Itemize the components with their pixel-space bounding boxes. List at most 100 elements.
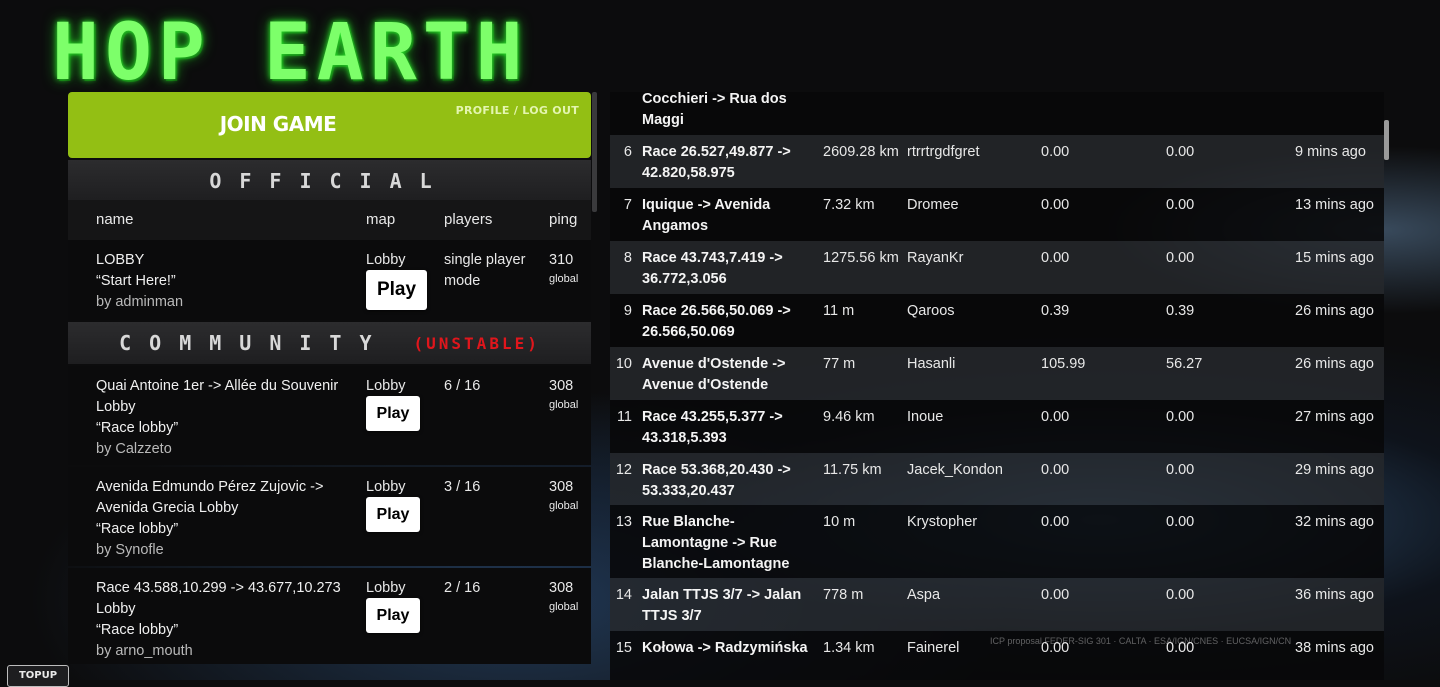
race-score-1: 0.00 [1041,587,1070,603]
race-row[interactable]: 11 Race 43.255,5.377 -> 43.318,5.393 9.4… [610,400,1384,453]
race-rank: 15 [615,640,632,656]
race-score-1: 0.00 [1041,462,1070,478]
race-player: rtrrtrgdfgret [907,144,980,160]
server-map: Lobby [366,378,406,394]
race-route: Kołowa -> Radzymińska [642,640,808,656]
race-player: Qaroos [907,303,955,319]
race-distance: 7.32 km [823,197,875,213]
race-score-1: 0.39 [1041,303,1070,319]
race-row[interactable]: 9 Race 26.566,50.069 -> 26.566,50.069 11… [610,294,1384,347]
official-section-header: OFFICIAL [68,160,591,202]
server-name: Avenida Edmundo Pérez Zujovic -> Avenida… [96,479,324,558]
race-score-1: 0.00 [1041,250,1070,266]
race-score-2: 0.39 [1166,303,1195,319]
race-row[interactable]: 12 Race 53.368,20.430 -> 53.333,20.437 1… [610,453,1384,505]
race-route: Race 43.743,7.419 -> 36.772,3.056 [642,250,783,287]
server-players: 2 / 16 [444,580,481,596]
race-score-1: 105.99 [1041,356,1086,372]
race-rank: 8 [623,250,632,266]
race-score-1: 0.00 [1041,197,1070,213]
race-row[interactable]: 8 Race 43.743,7.419 -> 36.772,3.056 1275… [610,241,1384,294]
server-row[interactable]: LOBBY “Start Here!” by adminman Lobby Pl… [68,240,591,320]
race-row[interactable]: 14 Jalan TTJS 3/7 -> Jalan TTJS 3/7 778 … [610,578,1384,631]
race-player: Dromee [907,197,959,213]
race-time: 27 mins ago [1295,409,1374,425]
race-route: Avenue d'Ostende -> Avenue d'Ostende [642,356,786,393]
race-route: Race 53.368,20.430 -> 53.333,20.437 [642,462,791,499]
race-score-1: 0.00 [1041,514,1070,530]
server-players: 3 / 16 [444,479,481,495]
server-map: Lobby [366,252,406,268]
map-attribution: ICP proposal FEDER-SIG 301 · CALTA · ESA… [990,636,1292,646]
race-player: Inoue [907,409,944,425]
race-distance: 77 m [823,356,856,372]
race-rank: 13 [615,514,632,530]
race-distance: 1.34 km [823,640,875,656]
server-row[interactable]: Quai Antoine 1er -> Allée du Souvenir Lo… [68,366,591,465]
server-players: single player mode [444,252,526,289]
race-route: Iquique -> Avenida Angamos [642,197,771,234]
race-route: Cocchieri -> Rua dos Maggi [642,92,787,128]
race-rank: 7 [623,197,632,213]
race-rank: 10 [615,356,632,372]
race-score-1: 0.00 [1041,409,1070,425]
race-score-2: 56.27 [1166,356,1203,372]
race-distance: 9.46 km [823,409,875,425]
race-rank: 6 [623,144,632,160]
race-distance: 10 m [823,514,856,530]
race-distance: 11 m [823,303,855,319]
community-heading: COMMUNITY [119,331,390,355]
race-rank: 14 [615,587,632,603]
play-button[interactable]: Play [366,270,427,310]
race-player: Aspa [907,587,941,603]
play-button[interactable]: Play [366,598,420,633]
race-time: 26 mins ago [1295,356,1374,372]
race-score-2: 0.00 [1166,250,1195,266]
col-players: players [444,211,493,228]
game-logo: HOP EARTH [52,8,529,98]
race-score-2: 0.00 [1166,514,1195,530]
server-row[interactable]: Avenida Edmundo Pérez Zujovic -> Avenida… [68,467,591,566]
race-row[interactable]: 13 Rue Blanche-Lamontagne -> Rue Blanche… [610,505,1384,578]
community-section-header: COMMUNITY (UNSTABLE) [68,322,591,364]
profile-logout-link[interactable]: PROFILE / LOG OUT [456,104,579,117]
race-distance: 11.75 km [823,462,882,478]
race-player: Hasanli [907,356,956,372]
race-row[interactable]: Cocchieri -> Rua dos Maggi [610,92,1384,135]
race-route: Rue Blanche-Lamontagne -> Rue Blanche-La… [642,514,790,572]
server-name: Race 43.588,10.299 -> 43.677,10.273 Lobb… [96,580,341,659]
server-map: Lobby [366,479,406,495]
race-row[interactable]: 7 Iquique -> Avenida Angamos 7.32 km Dro… [610,188,1384,241]
race-time: 9 mins ago [1295,144,1366,160]
race-time: 13 mins ago [1295,197,1374,213]
race-route: Race 43.255,5.377 -> 43.318,5.393 [642,409,783,446]
race-score-2: 0.00 [1166,462,1195,478]
race-row[interactable]: 6 Race 26.527,49.877 -> 42.820,58.975 26… [610,135,1384,188]
race-distance: 2609.28 km [823,144,899,160]
server-map: Lobby [366,580,406,596]
race-row[interactable]: 10 Avenue d'Ostende -> Avenue d'Ostende … [610,347,1384,400]
recent-races-table: Cocchieri -> Rua dos Maggi 6 Race 26.527… [610,92,1384,680]
race-rank: 11 [616,409,632,425]
server-ping: 308 global [549,479,579,512]
server-row[interactable]: Race 43.588,10.299 -> 43.677,10.273 Lobb… [68,568,591,664]
race-rank: 12 [615,462,632,478]
race-route: Jalan TTJS 3/7 -> Jalan TTJS 3/7 [642,587,802,624]
join-game-title: JOIN GAME [219,112,337,136]
race-score-2: 0.00 [1166,409,1195,425]
races-scrollbar[interactable] [1384,120,1389,160]
play-button[interactable]: Play [366,396,420,431]
race-time: 29 mins ago [1295,462,1374,478]
server-ping: 308 global [549,378,579,411]
col-ping: ping [549,211,578,228]
play-button[interactable]: Play [366,497,420,532]
race-player: RayanKr [907,250,964,266]
race-score-2: 0.00 [1166,587,1195,603]
topup-button[interactable]: TOPUP [7,665,69,687]
race-time: 38 mins ago [1295,640,1374,656]
server-list-scrollbar[interactable] [592,92,597,212]
race-player: Krystopher [907,514,978,530]
col-map: map [366,211,396,228]
race-time: 32 mins ago [1295,514,1374,530]
race-time: 26 mins ago [1295,303,1374,319]
